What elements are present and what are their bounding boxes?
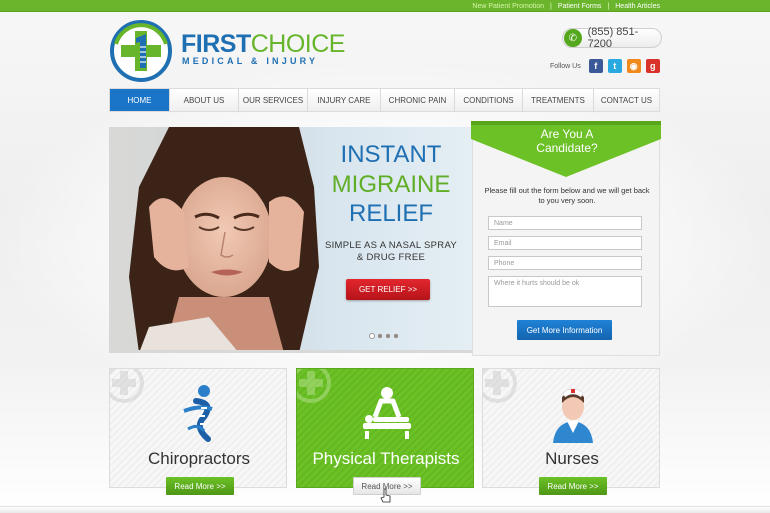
top-link-health-articles[interactable]: Health Articles <box>615 3 660 10</box>
rss-icon[interactable]: ◉ <box>626 59 641 73</box>
logo-watermark-icon <box>110 369 144 403</box>
pain-location-field[interactable]: Where it hurts should be ok <box>488 276 642 307</box>
spine-icon <box>183 385 213 442</box>
top-link-promotion[interactable]: New Patient Promotion <box>472 3 544 10</box>
service-card-nurses[interactable]: Nurses Read More >> <box>482 368 660 495</box>
form-description: Please fill out the form below and we wi… <box>484 186 650 205</box>
brand-name[interactable]: FIRSTCHOICE <box>181 31 345 57</box>
facebook-icon[interactable]: f <box>588 59 603 73</box>
slider-dots <box>369 333 399 339</box>
logo-icon[interactable] <box>110 20 172 82</box>
top-bar: New Patient Promotion | Patient Forms | … <box>0 0 770 12</box>
form-heading: Are You A Candidate? <box>473 127 661 155</box>
name-field[interactable]: Name <box>488 216 642 230</box>
phone-number: (855) 851-7200 <box>587 26 639 50</box>
main-nav: HOME ABOUT US OUR SERVICES INJURY CARE C… <box>109 88 660 112</box>
twitter-icon[interactable]: t <box>607 59 622 73</box>
top-link-separator: | <box>607 2 610 10</box>
form-heading-line1: Are You A <box>540 127 594 141</box>
service-card-physical-therapists[interactable]: Physical Therapists Read More >> <box>296 368 474 495</box>
get-relief-button[interactable]: GET RELIEF >> <box>346 279 430 300</box>
brand-name-first: FIRST <box>181 30 251 58</box>
slider-dot[interactable] <box>369 333 375 339</box>
read-more-button[interactable]: Read More >> <box>166 477 234 495</box>
follow-label: Follow Us <box>550 62 581 70</box>
top-link-patient-forms[interactable]: Patient Forms <box>558 3 602 10</box>
nav-item-chronic-pain[interactable]: CHRONIC PAIN <box>381 89 455 111</box>
massage-icon <box>363 387 411 439</box>
service-title: Physical Therapists <box>312 449 460 468</box>
hand-cursor-icon <box>380 488 391 503</box>
social-follow: Follow Us f t ◉ g <box>550 58 660 74</box>
read-more-button[interactable]: Read More >> <box>539 477 607 495</box>
form-heading-line2: Candidate? <box>536 141 598 155</box>
phone-badge[interactable]: ✆ (855) 851-7200 <box>562 26 662 50</box>
slider-dot[interactable] <box>377 333 383 339</box>
hero-slider: INSTANT MIGRAINE RELIEF SIMPLE AS A NASA… <box>109 127 473 353</box>
nav-item-about-us[interactable]: ABOUT US <box>170 89 239 111</box>
logo-watermark-icon <box>297 369 331 403</box>
top-links: New Patient Promotion | Patient Forms | … <box>472 1 660 11</box>
phone-field[interactable]: Phone <box>488 256 642 270</box>
hero-title-line2: MIGRAINE <box>331 171 451 198</box>
slider-dot[interactable] <box>385 333 391 339</box>
nav-item-conditions[interactable]: CONDITIONS <box>455 89 523 111</box>
page-footer-edge <box>0 506 770 513</box>
woman-headache-image <box>129 127 319 350</box>
top-link-separator: | <box>550 2 552 10</box>
hero-title-line1: INSTANT <box>340 141 442 168</box>
phone-icon: ✆ <box>564 29 582 47</box>
email-field[interactable]: Email <box>488 236 642 250</box>
hero-subtitle-line1: SIMPLE AS A NASAL SPRAY <box>324 240 458 251</box>
nav-item-home[interactable]: HOME <box>110 89 170 111</box>
nav-item-contact-us[interactable]: CONTACT US <box>594 89 659 111</box>
service-title: Chiropractors <box>147 449 251 468</box>
hero-title-line3: RELIEF <box>348 200 434 227</box>
google-plus-icon[interactable]: g <box>645 59 660 73</box>
slider-dot[interactable] <box>393 333 399 339</box>
logo-watermark-icon <box>483 369 517 403</box>
get-more-information-button[interactable]: Get More Information <box>517 320 612 340</box>
hero-subtitle-line2: & DRUG FREE <box>356 252 426 263</box>
nurse-icon <box>553 388 593 443</box>
service-card-chiropractors[interactable]: Chiropractors Read More >> <box>109 368 287 495</box>
nav-item-our-services[interactable]: OUR SERVICES <box>239 89 308 111</box>
brand-tagline: MEDICAL & INJURY <box>182 56 319 66</box>
service-title: Nurses <box>545 449 599 468</box>
nav-item-treatments[interactable]: TREATMENTS <box>523 89 594 111</box>
brand-name-second: CHOICE <box>250 30 346 58</box>
nav-item-injury-care[interactable]: INJURY CARE <box>308 89 381 111</box>
candidate-form: Are You A Candidate? Please fill out the… <box>471 121 661 356</box>
